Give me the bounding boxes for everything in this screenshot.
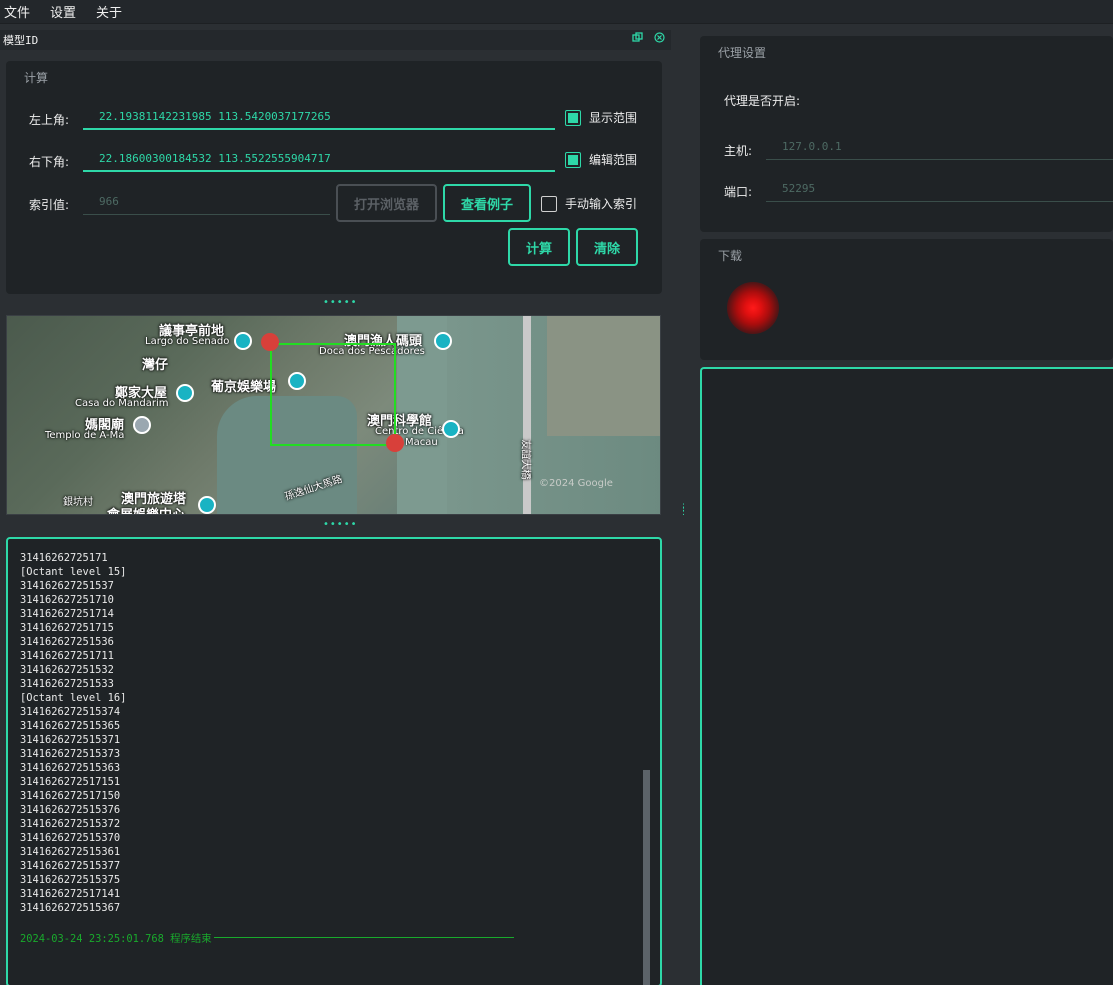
- log-line: 3141626272515372: [20, 818, 121, 830]
- log-scrollbar[interactable]: [643, 770, 650, 985]
- dock-title-bar: 模型ID: [0, 30, 671, 50]
- map-watermark: ©2024 Google: [539, 478, 613, 489]
- log-line: 3141626272515365: [20, 720, 121, 732]
- menu-about[interactable]: 关于: [92, 2, 132, 21]
- map-bridge-road: [523, 316, 531, 514]
- map-label-wanzai: 灣仔: [142, 358, 169, 373]
- show-range-checkbox[interactable]: 显示范围: [565, 109, 637, 126]
- log-line: 314162627251715: [20, 622, 114, 634]
- map-poi-icon: [234, 332, 252, 350]
- log-line: 3141626272515374: [20, 706, 121, 718]
- open-browser-button[interactable]: 打开浏览器: [336, 184, 437, 222]
- log-line: 314162627251536: [20, 636, 114, 648]
- log-end-text: 2024-03-24 23:25:01.768 程序结束: [20, 933, 212, 945]
- index-input[interactable]: 966: [83, 189, 330, 215]
- log-line: 3141626272515373: [20, 748, 121, 760]
- menu-bar: 文件 设置 关于: [0, 0, 1113, 24]
- proxy-host-label: 主机:: [724, 144, 753, 158]
- log-end-rule: [213, 937, 514, 938]
- top-left-label: 左上角:: [29, 113, 70, 127]
- map-view[interactable]: 議事亭前地 Largo do Senado 澳門漁人碼頭 Doca dos Pe…: [6, 315, 661, 515]
- proxy-group-title: 代理设置: [718, 46, 767, 60]
- manual-index-label: 手动输入索引: [565, 197, 638, 211]
- top-left-input[interactable]: 22.19381142231985 113.5420037177265: [83, 104, 555, 130]
- download-group-title: 下载: [718, 249, 743, 263]
- splitter-handle-top[interactable]: •••••: [323, 298, 358, 308]
- show-range-label: 显示范围: [589, 111, 638, 125]
- log-line: 314162627251714: [20, 608, 114, 620]
- bottom-right-label: 右下角:: [29, 155, 70, 169]
- index-label: 索引值:: [29, 198, 70, 212]
- menu-file[interactable]: 文件: [0, 2, 40, 21]
- log-line: 3141626272517151: [20, 776, 121, 788]
- log-line: 314162627251533: [20, 678, 114, 690]
- map-label-mandarim-pt: Casa do Mandarim: [75, 398, 169, 409]
- map-label-senado-pt: Largo do Senado: [145, 336, 230, 347]
- clear-button[interactable]: 清除: [576, 228, 638, 266]
- calc-group-title: 计算: [24, 71, 49, 85]
- close-icon[interactable]: [653, 32, 665, 44]
- manual-index-checkbox[interactable]: 手动输入索引: [541, 195, 637, 212]
- show-range-box[interactable]: [565, 109, 581, 126]
- map-reclaimed-land: [547, 316, 660, 436]
- log-line: [Octant level 16]: [20, 692, 127, 704]
- proxy-enabled-label: 代理是否开启:: [724, 94, 801, 108]
- map-label-tourism2: 會展娛樂中心: [107, 504, 185, 514]
- map-label-bridge: 友誼大橋: [519, 439, 531, 480]
- edit-range-checkbox[interactable]: 编辑范围: [565, 151, 637, 168]
- log-line: 3141626272515367: [20, 902, 121, 914]
- log-line: 3141626272515363: [20, 762, 121, 774]
- map-poi-icon: [442, 420, 460, 438]
- right-output-panel[interactable]: [700, 367, 1113, 985]
- log-line: 31416262725171: [20, 552, 108, 564]
- log-line: [Octant level 15]: [20, 566, 127, 578]
- log-line: 3141626272515375: [20, 874, 121, 886]
- selection-handle-bottom-right[interactable]: [386, 434, 404, 452]
- proxy-port-input[interactable]: 52295: [766, 176, 1113, 202]
- log-output[interactable]: 31416262725171 [Octant level 15] 3141626…: [6, 537, 662, 985]
- edit-range-box[interactable]: [565, 151, 581, 168]
- dock-title: 模型ID: [3, 34, 39, 47]
- log-lines: 31416262725171 [Octant level 15] 3141626…: [20, 551, 126, 915]
- vertical-splitter-handle[interactable]: ⋮ ⋮: [679, 504, 688, 517]
- proxy-host-input[interactable]: 127.0.0.1: [766, 134, 1113, 160]
- log-line: 3141626272515371: [20, 734, 121, 746]
- map-poi-icon: [198, 496, 216, 514]
- log-end-message: 2024-03-24 23:25:01.768 程序结束: [20, 930, 514, 945]
- edit-range-label: 编辑范围: [589, 153, 638, 167]
- selection-handle-top-left[interactable]: [261, 333, 279, 351]
- selection-rectangle[interactable]: [270, 343, 396, 446]
- menu-settings[interactable]: 设置: [46, 2, 86, 21]
- float-icon[interactable]: [631, 32, 643, 44]
- log-line: 314162627251537: [20, 580, 114, 592]
- log-line: 3141626272515377: [20, 860, 121, 872]
- log-line: 3141626272517141: [20, 888, 121, 900]
- map-poi-icon: [176, 384, 194, 402]
- download-status-indicator: [727, 282, 779, 334]
- compute-button[interactable]: 计算: [508, 228, 570, 266]
- log-line: 314162627251710: [20, 594, 114, 606]
- view-example-button[interactable]: 查看例子: [443, 184, 531, 222]
- map-label-lisboa: 葡京娛樂場: [211, 380, 277, 395]
- map-label-science-pt2: Macau: [405, 437, 438, 448]
- log-line: 3141626272517150: [20, 790, 121, 802]
- manual-index-box[interactable]: [541, 195, 557, 212]
- proxy-port-label: 端口:: [724, 185, 753, 199]
- map-poi-icon: [133, 416, 151, 434]
- splitter-handle-bottom[interactable]: •••••: [323, 520, 358, 530]
- log-line: 3141626272515361: [20, 846, 121, 858]
- log-line: 314162627251532: [20, 664, 114, 676]
- log-line: 3141626272515376: [20, 804, 121, 816]
- map-label-amah-pt: Templo de A-Ma: [45, 430, 125, 441]
- log-line: 3141626272515370: [20, 832, 121, 844]
- map-label-village: 銀坑村: [63, 497, 93, 508]
- log-line: 314162627251711: [20, 650, 114, 662]
- map-poi-icon: [434, 332, 452, 350]
- bottom-right-input[interactable]: 22.18600300184532 113.5522555904717: [83, 146, 555, 172]
